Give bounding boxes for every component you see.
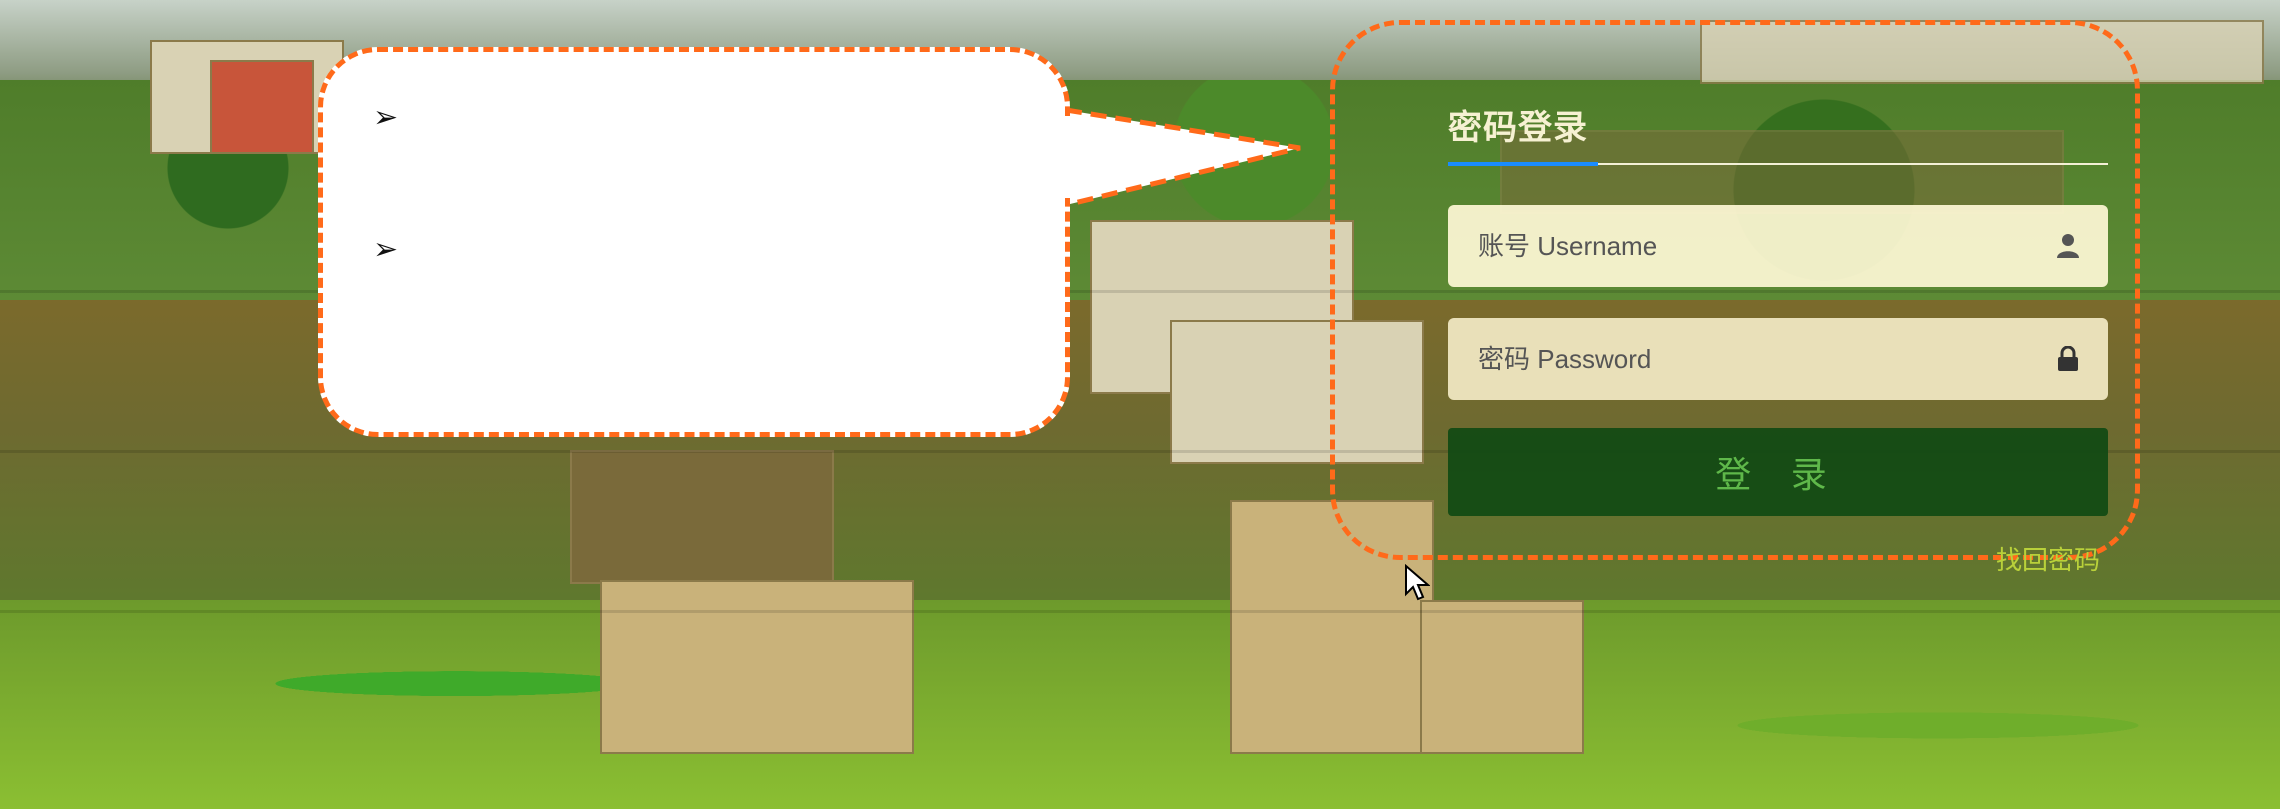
lock-icon — [2058, 346, 2078, 371]
building — [210, 60, 314, 154]
login-button[interactable]: 登 录 — [1448, 428, 2108, 516]
annotation-callout: ➢ ➢ — [318, 47, 1070, 437]
active-tab-underline — [1448, 162, 1598, 166]
building — [1420, 600, 1584, 754]
tab-divider — [1598, 163, 2108, 165]
callout-bullet: ➢ — [373, 100, 399, 135]
password-field[interactable] — [1448, 318, 2108, 400]
login-tab-password[interactable]: 密码登录 — [1448, 100, 1588, 149]
callout-bullet: ➢ — [373, 232, 399, 267]
user-icon — [2057, 234, 2079, 258]
username-field[interactable] — [1448, 205, 2108, 287]
building — [570, 450, 834, 584]
mouse-pointer-icon — [1405, 564, 1430, 601]
forgot-password-link[interactable]: 找回密码 — [1996, 540, 2100, 577]
password-input[interactable] — [1448, 318, 2108, 400]
building — [600, 580, 914, 754]
username-input[interactable] — [1448, 205, 2108, 287]
